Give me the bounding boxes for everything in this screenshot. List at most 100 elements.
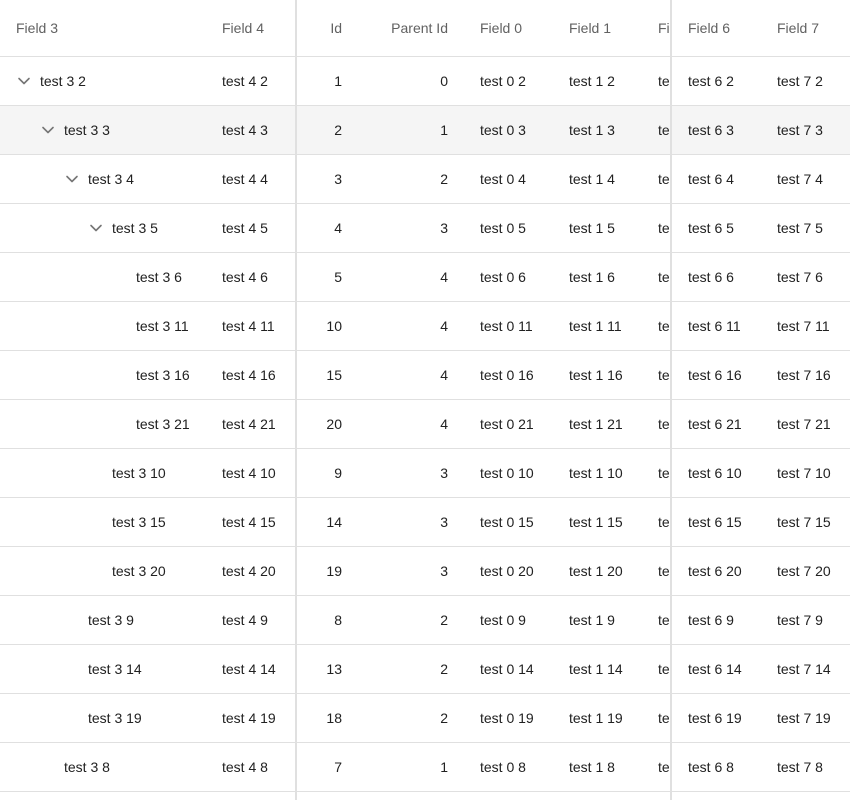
cell-id[interactable]: 1 xyxy=(298,57,342,105)
cell-field-0[interactable]: test 0 9 xyxy=(480,596,560,644)
cell-field-2[interactable]: te xyxy=(658,155,670,203)
cell-field-0[interactable]: test 0 10 xyxy=(480,449,560,497)
cell-id[interactable]: 20 xyxy=(298,400,342,448)
table-row[interactable]: test 3 6 test 4 6 5 4 test 0 6 test 1 6 te test… xyxy=(0,253,850,302)
cell-id[interactable]: 3 xyxy=(298,155,342,203)
cell-parent-id[interactable]: 4 xyxy=(356,302,448,350)
cell-parent-id[interactable]: 3 xyxy=(356,498,448,546)
cell-field-2[interactable]: te xyxy=(658,498,670,546)
cell-field-2[interactable]: te xyxy=(658,694,670,742)
tree-cell-field-3[interactable]: test 3 20 xyxy=(16,547,206,595)
column-header-field-1[interactable]: Field 1 xyxy=(569,0,649,56)
cell-field-7[interactable]: test 7 2 xyxy=(777,57,850,105)
table-row[interactable]: test 3 11 test 4 11 10 4 test 0 11 test 1 11 t… xyxy=(0,302,850,351)
cell-field-1[interactable]: test 1 2 xyxy=(569,57,649,105)
cell-id[interactable]: 13 xyxy=(298,645,342,693)
cell-field-7[interactable]: test 7 15 xyxy=(777,498,850,546)
cell-field-0[interactable]: test 0 5 xyxy=(480,204,560,252)
cell-id[interactable]: 18 xyxy=(298,694,342,742)
cell-id[interactable]: 19 xyxy=(298,547,342,595)
tree-cell-field-3[interactable]: test 3 9 xyxy=(16,596,206,644)
cell-field-0[interactable]: test 0 19 xyxy=(480,694,560,742)
cell-id[interactable]: 7 xyxy=(298,743,342,791)
cell-field-6[interactable]: test 6 21 xyxy=(688,400,768,448)
cell-field-2[interactable]: te xyxy=(658,547,670,595)
cell-field-2[interactable]: te xyxy=(658,449,670,497)
tree-cell-field-3[interactable]: test 3 16 xyxy=(16,351,206,399)
cell-parent-id[interactable]: 4 xyxy=(356,253,448,301)
cell-id[interactable]: 8 xyxy=(298,596,342,644)
cell-field-6[interactable]: test 6 16 xyxy=(688,351,768,399)
cell-field-7[interactable]: test 7 4 xyxy=(777,155,850,203)
cell-field-0[interactable]: test 0 21 xyxy=(480,400,560,448)
cell-field-1[interactable]: test 1 15 xyxy=(569,498,649,546)
cell-field-1[interactable]: test 1 4 xyxy=(569,155,649,203)
cell-field-1[interactable]: test 1 14 xyxy=(569,645,649,693)
cell-field-2[interactable]: te xyxy=(658,743,670,791)
cell-parent-id[interactable]: 4 xyxy=(356,400,448,448)
column-header-field-3[interactable]: Field 3 xyxy=(16,0,206,56)
cell-field-1[interactable]: test 1 6 xyxy=(569,253,649,301)
cell-field-7[interactable]: test 7 16 xyxy=(777,351,850,399)
tree-cell-field-3[interactable]: test 3 4 xyxy=(16,155,206,203)
cell-field-0[interactable]: test 0 2 xyxy=(480,57,560,105)
cell-id[interactable]: 5 xyxy=(298,253,342,301)
cell-id[interactable]: 10 xyxy=(298,302,342,350)
cell-parent-id[interactable]: 2 xyxy=(356,645,448,693)
cell-field-6[interactable]: test 6 3 xyxy=(688,106,768,154)
cell-parent-id[interactable]: 2 xyxy=(356,155,448,203)
cell-field-0[interactable]: test 0 8 xyxy=(480,743,560,791)
chevron-down-icon[interactable] xyxy=(16,73,32,89)
cell-field-1[interactable]: test 1 3 xyxy=(569,106,649,154)
table-row[interactable]: test 3 10 test 4 10 9 3 test 0 10 test 1 10 te… xyxy=(0,449,850,498)
cell-field-4[interactable]: test 4 5 xyxy=(222,204,292,252)
cell-field-4[interactable]: test 4 20 xyxy=(222,547,292,595)
cell-field-7[interactable]: test 7 3 xyxy=(777,106,850,154)
column-header-field-2[interactable]: Fi xyxy=(658,0,670,56)
tree-cell-field-3[interactable]: test 3 8 xyxy=(16,743,206,791)
cell-parent-id[interactable]: 2 xyxy=(356,596,448,644)
cell-field-0[interactable]: test 0 16 xyxy=(480,351,560,399)
column-header-parent-id[interactable]: Parent Id xyxy=(356,0,448,56)
cell-field-7[interactable]: test 7 8 xyxy=(777,743,850,791)
tree-cell-field-3[interactable]: test 3 11 xyxy=(16,302,206,350)
cell-field-2[interactable]: te xyxy=(658,645,670,693)
cell-field-0[interactable]: test 0 20 xyxy=(480,547,560,595)
cell-field-4[interactable]: test 4 16 xyxy=(222,351,292,399)
tree-cell-field-3[interactable]: test 3 3 xyxy=(16,106,206,154)
cell-id[interactable]: 15 xyxy=(298,351,342,399)
column-header-field-6[interactable]: Field 6 xyxy=(688,0,768,56)
cell-field-2[interactable]: te xyxy=(658,596,670,644)
cell-field-0[interactable]: test 0 6 xyxy=(480,253,560,301)
cell-field-2[interactable]: te xyxy=(658,253,670,301)
cell-field-6[interactable]: test 6 5 xyxy=(688,204,768,252)
cell-field-7[interactable]: test 7 5 xyxy=(777,204,850,252)
table-row[interactable]: test 3 4 test 4 4 3 2 test 0 4 test 1 4 te test… xyxy=(0,155,850,204)
cell-field-1[interactable]: test 1 5 xyxy=(569,204,649,252)
cell-parent-id[interactable]: 3 xyxy=(356,449,448,497)
cell-field-6[interactable]: test 6 9 xyxy=(688,596,768,644)
tree-cell-field-3[interactable]: test 3 6 xyxy=(16,253,206,301)
cell-field-4[interactable]: test 4 4 xyxy=(222,155,292,203)
cell-field-1[interactable]: test 1 21 xyxy=(569,400,649,448)
cell-field-4[interactable]: test 4 14 xyxy=(222,645,292,693)
cell-id[interactable]: 4 xyxy=(298,204,342,252)
cell-field-1[interactable]: test 1 20 xyxy=(569,547,649,595)
cell-field-4[interactable]: test 4 2 xyxy=(222,57,292,105)
cell-field-7[interactable]: test 7 20 xyxy=(777,547,850,595)
cell-field-1[interactable]: test 1 11 xyxy=(569,302,649,350)
cell-field-7[interactable]: test 7 11 xyxy=(777,302,850,350)
table-row[interactable]: test 3 19 test 4 19 18 2 test 0 19 test 1 19 t… xyxy=(0,694,850,743)
cell-parent-id[interactable]: 3 xyxy=(356,547,448,595)
table-row[interactable]: test 3 2 test 4 2 1 0 test 0 2 test 1 2 te test… xyxy=(0,57,850,106)
cell-field-6[interactable]: test 6 15 xyxy=(688,498,768,546)
cell-field-4[interactable]: test 4 10 xyxy=(222,449,292,497)
tree-cell-field-3[interactable]: test 3 14 xyxy=(16,645,206,693)
cell-field-7[interactable]: test 7 6 xyxy=(777,253,850,301)
cell-field-6[interactable]: test 6 20 xyxy=(688,547,768,595)
chevron-down-icon[interactable] xyxy=(40,122,56,138)
cell-field-2[interactable]: te xyxy=(658,400,670,448)
cell-field-0[interactable]: test 0 11 xyxy=(480,302,560,350)
table-row[interactable]: test 3 15 test 4 15 14 3 test 0 15 test 1 15 t… xyxy=(0,498,850,547)
cell-field-7[interactable]: test 7 10 xyxy=(777,449,850,497)
